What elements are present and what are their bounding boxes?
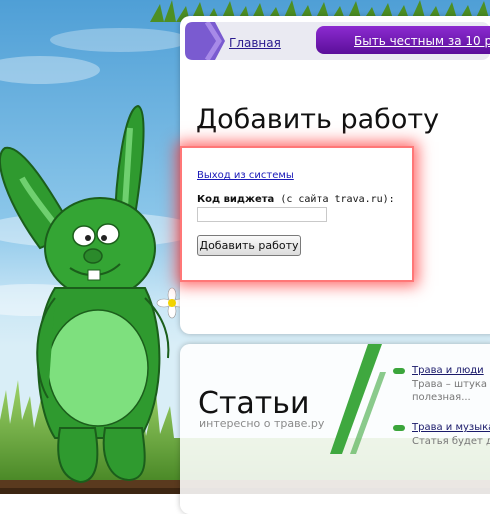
article-item: Трава и музыка Статья будет д xyxy=(393,422,490,452)
logout-link[interactable]: Выход из системы xyxy=(197,170,294,181)
green-bullet-icon xyxy=(393,425,405,431)
bunny-mascot-icon xyxy=(0,104,188,484)
articles-title: Статьи xyxy=(198,386,310,421)
article-link[interactable]: Трава и музыка xyxy=(412,422,490,433)
nav-home-link[interactable]: Главная xyxy=(229,36,281,50)
article-excerpt: полезная... xyxy=(412,392,471,403)
widget-code-label: Код виджета (с сайта trava.ru): xyxy=(197,194,395,205)
article-excerpt: Трава – штука xyxy=(412,379,488,390)
article-item: Трава и люди Трава – штука полезная... xyxy=(393,365,490,405)
page-title: Добавить работу xyxy=(196,104,440,135)
widget-code-label-bold: Код виджета xyxy=(197,194,275,205)
articles-subtitle: интересно о траве.ру xyxy=(199,417,325,430)
add-work-button[interactable]: Добавить работу xyxy=(197,235,301,256)
widget-code-input[interactable] xyxy=(197,207,327,222)
article-excerpt: Статья будет д xyxy=(412,436,490,447)
nav-honest-tab[interactable]: Быть честным за 10 руб xyxy=(316,26,490,54)
widget-code-label-rest: (с сайта trava.ru): xyxy=(274,194,395,205)
green-bullet-icon xyxy=(393,368,405,374)
article-link[interactable]: Трава и люди xyxy=(412,365,484,376)
